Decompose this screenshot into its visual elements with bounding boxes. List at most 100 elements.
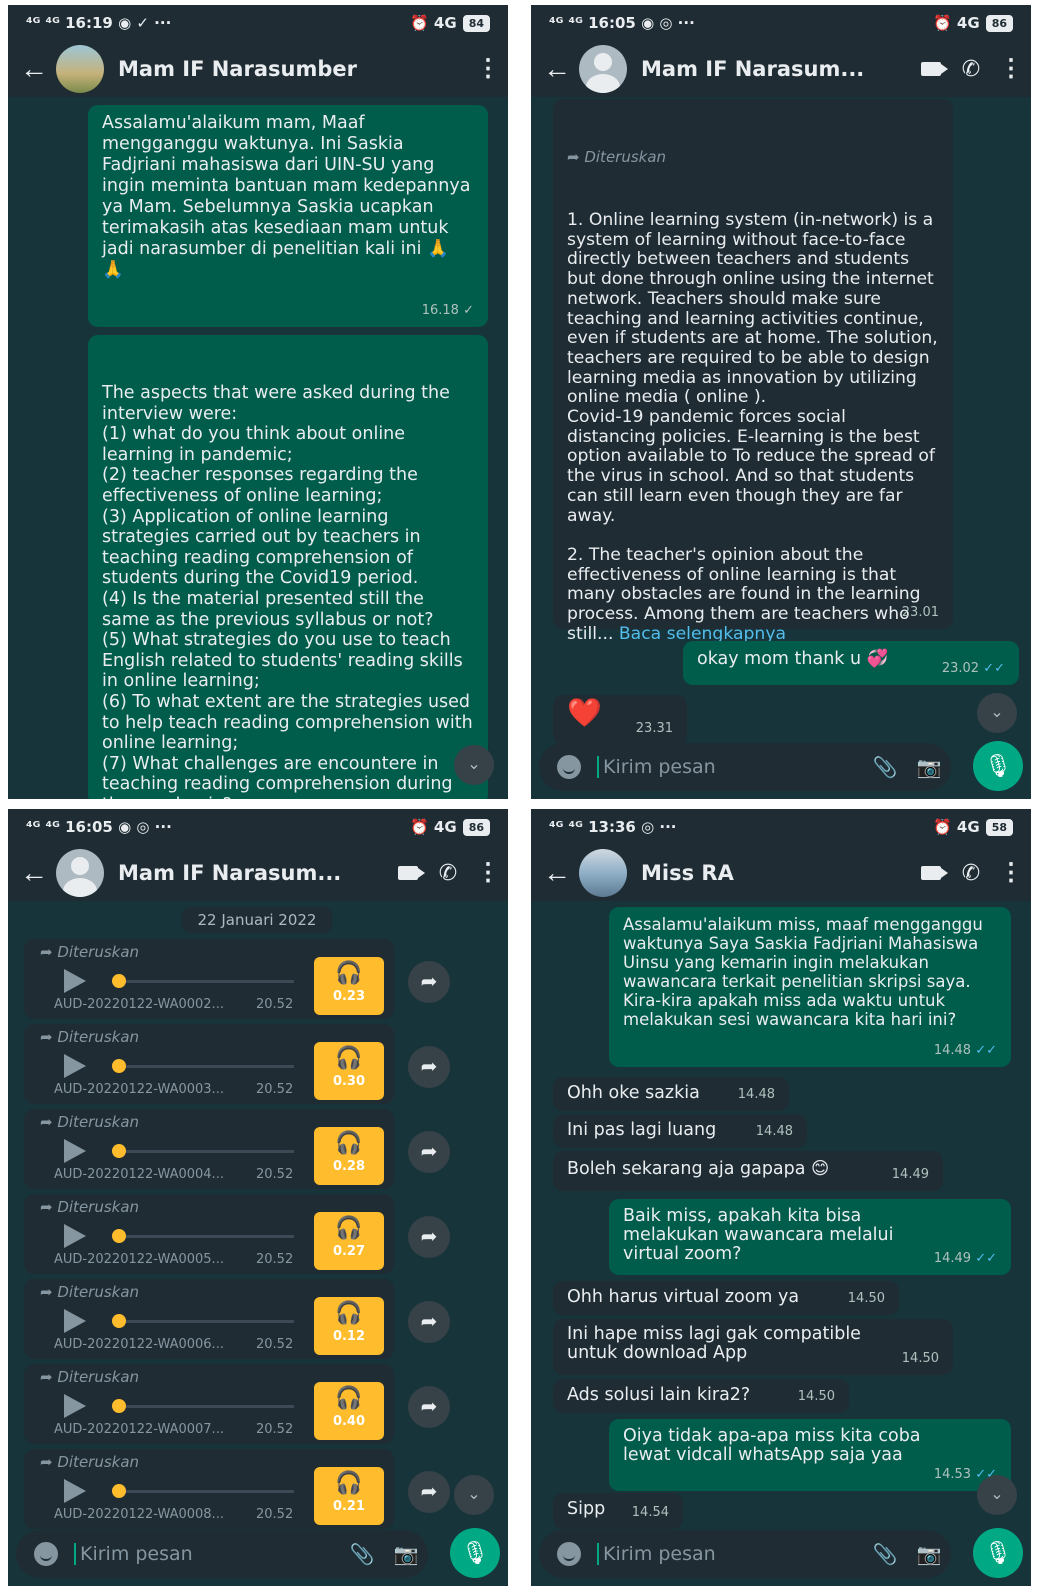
message-text: Ini hape miss lagi gak compatible untuk … [567, 1324, 861, 1363]
voice-call-icon[interactable]: ✆ [428, 860, 468, 886]
audio-track[interactable] [114, 1065, 294, 1068]
share-icon[interactable]: ➦ [408, 1386, 450, 1428]
audio-message: ➦ Diteruskan AUD-20220122-WA0006... 20.52 🎧… [24, 1279, 394, 1359]
avatar[interactable] [56, 849, 104, 897]
headphones-icon: 🎧 [335, 1216, 363, 1241]
incoming-message: Sipp 14.54 [553, 1493, 683, 1529]
contact-name[interactable]: Mam IF Narasum... [118, 861, 388, 885]
play-icon[interactable] [64, 1139, 86, 1163]
share-icon[interactable]: ➦ [408, 1046, 450, 1088]
voice-call-icon[interactable]: ✆ [951, 56, 991, 82]
audio-track[interactable] [114, 1150, 294, 1153]
emoji-icon[interactable] [557, 755, 581, 779]
audio-track[interactable] [114, 1405, 294, 1408]
camera-icon[interactable]: 📷 [384, 1542, 428, 1566]
incoming-message: Ini hape miss lagi gak compatible untuk … [553, 1319, 953, 1375]
emoji-icon[interactable] [557, 1542, 581, 1566]
back-arrow-icon[interactable]: ← [20, 53, 50, 85]
forwarded-text: Diteruskan [57, 943, 140, 961]
contact-name[interactable]: Miss RA [641, 861, 911, 885]
message-input[interactable]: Kirim pesan 📎 📷 [539, 743, 951, 791]
video-call-icon[interactable] [911, 860, 951, 886]
scroll-down-icon[interactable]: ⌄ [454, 745, 494, 785]
chat-header: ← Mam IF Narasum... ✆ ⋮ [8, 845, 508, 901]
audio-seek-handle[interactable] [112, 1314, 126, 1328]
camera-icon[interactable]: 📷 [907, 755, 951, 779]
scroll-down-icon[interactable]: ⌄ [454, 1475, 494, 1515]
chat-panel-4: ⁴ᴳ ⁴ᴳ 13:36 ◎ ··· ⏰ 4G 58 ← Miss RA ✆ ⋮ A… [531, 809, 1031, 1586]
share-icon[interactable]: ➦ [408, 1301, 450, 1343]
back-arrow-icon[interactable]: ← [543, 857, 573, 889]
menu-icon[interactable]: ⋮ [991, 57, 1031, 81]
play-icon[interactable] [64, 969, 86, 993]
message-time: 14.48 [755, 1124, 793, 1139]
audio-seek-handle[interactable] [112, 1399, 126, 1413]
share-icon[interactable]: ➦ [408, 1131, 450, 1173]
share-icon[interactable]: ➦ [408, 1216, 450, 1258]
play-icon[interactable] [64, 1394, 86, 1418]
message-input[interactable]: Kirim pesan 📎 📷 [539, 1530, 951, 1578]
chat-header: ← Miss RA ✆ ⋮ [531, 845, 1031, 901]
emoji-icon[interactable] [34, 1542, 58, 1566]
scroll-down-icon[interactable]: ⌄ [977, 693, 1017, 733]
audio-seek-handle[interactable] [112, 1059, 126, 1073]
contact-name[interactable]: Mam IF Narasum... [641, 57, 911, 81]
forwarded-text: Diteruskan [57, 1368, 140, 1386]
forwarded-text: Diteruskan [57, 1453, 140, 1471]
play-icon[interactable] [64, 1224, 86, 1248]
attach-icon[interactable]: 📎 [863, 1542, 907, 1566]
outgoing-message: okay mom thank u 💞 23.02 ✓✓ [683, 641, 1019, 685]
battery-icon: 86 [462, 818, 490, 836]
voice-call-icon[interactable]: ✆ [951, 860, 991, 886]
outgoing-message: Oiya tidak apa-apa miss kita coba lewat … [609, 1419, 1011, 1491]
share-icon[interactable]: ➦ [408, 1471, 450, 1513]
attach-icon[interactable]: 📎 [863, 755, 907, 779]
chat-panel-3: ⁴ᴳ ⁴ᴳ 16:05 ◉ ◎ ··· ⏰ 4G 86 ← Mam IF Nara… [8, 809, 508, 1586]
message-text: The aspects that were asked during the i… [102, 383, 473, 799]
audio-message: ➦ Diteruskan AUD-20220122-WA0002... 20.52 🎧… [24, 939, 394, 1019]
audio-track[interactable] [114, 1235, 294, 1238]
audio-track[interactable] [114, 980, 294, 983]
audio-seek-handle[interactable] [112, 1484, 126, 1498]
contact-name[interactable]: Mam IF Narasumber [118, 57, 468, 81]
forwarded-label: ➦ Diteruskan [40, 943, 140, 961]
audio-track[interactable] [114, 1490, 294, 1493]
mic-button[interactable]: 🎙 [450, 1528, 500, 1578]
avatar[interactable] [579, 849, 627, 897]
menu-icon[interactable]: ⋮ [468, 861, 508, 885]
audio-duration: 0.23 [332, 989, 366, 1004]
play-icon[interactable] [64, 1054, 86, 1078]
scroll-down-icon[interactable]: ⌄ [977, 1475, 1017, 1515]
audio-seek-handle[interactable] [112, 1229, 126, 1243]
video-call-icon[interactable] [388, 860, 428, 886]
menu-icon[interactable]: ⋮ [991, 861, 1031, 885]
message-input[interactable]: Kirim pesan 📎 📷 [16, 1530, 428, 1578]
battery-icon: 58 [985, 818, 1013, 836]
back-arrow-icon[interactable]: ← [20, 857, 50, 889]
outgoing-message: Assalamu'alaikum mam, Maaf mengganggu wa… [88, 105, 488, 327]
play-icon[interactable] [64, 1309, 86, 1333]
input-placeholder[interactable]: Kirim pesan [74, 1543, 340, 1565]
status-bar: ⁴ᴳ ⁴ᴳ 13:36 ◎ ··· ⏰ 4G 58 [531, 809, 1031, 845]
menu-icon[interactable]: ⋮ [468, 57, 508, 81]
audio-thumbnail: 🎧 0.12 [314, 1297, 384, 1355]
camera-icon[interactable]: 📷 [907, 1542, 951, 1566]
audio-track[interactable] [114, 1320, 294, 1323]
audio-seek-handle[interactable] [112, 1144, 126, 1158]
input-placeholder[interactable]: Kirim pesan [597, 756, 863, 778]
back-arrow-icon[interactable]: ← [543, 53, 573, 85]
attach-icon[interactable]: 📎 [340, 1542, 384, 1566]
video-call-icon[interactable] [911, 56, 951, 82]
message-text: Baik miss, apakah kita bisa melakukan wa… [623, 1206, 894, 1264]
avatar[interactable] [579, 45, 627, 93]
play-icon[interactable] [64, 1479, 86, 1503]
mic-button[interactable]: 🎙 [973, 1528, 1023, 1578]
input-placeholder[interactable]: Kirim pesan [597, 1543, 863, 1565]
audio-duration: 0.12 [332, 1329, 366, 1344]
avatar[interactable] [56, 45, 104, 93]
mic-button[interactable]: 🎙 [973, 741, 1023, 791]
incoming-message: ➦ Diteruskan 1. Online learning system (… [553, 99, 953, 644]
battery-icon: 84 [462, 14, 490, 32]
audio-seek-handle[interactable] [112, 974, 126, 988]
share-icon[interactable]: ➦ [408, 961, 450, 1003]
